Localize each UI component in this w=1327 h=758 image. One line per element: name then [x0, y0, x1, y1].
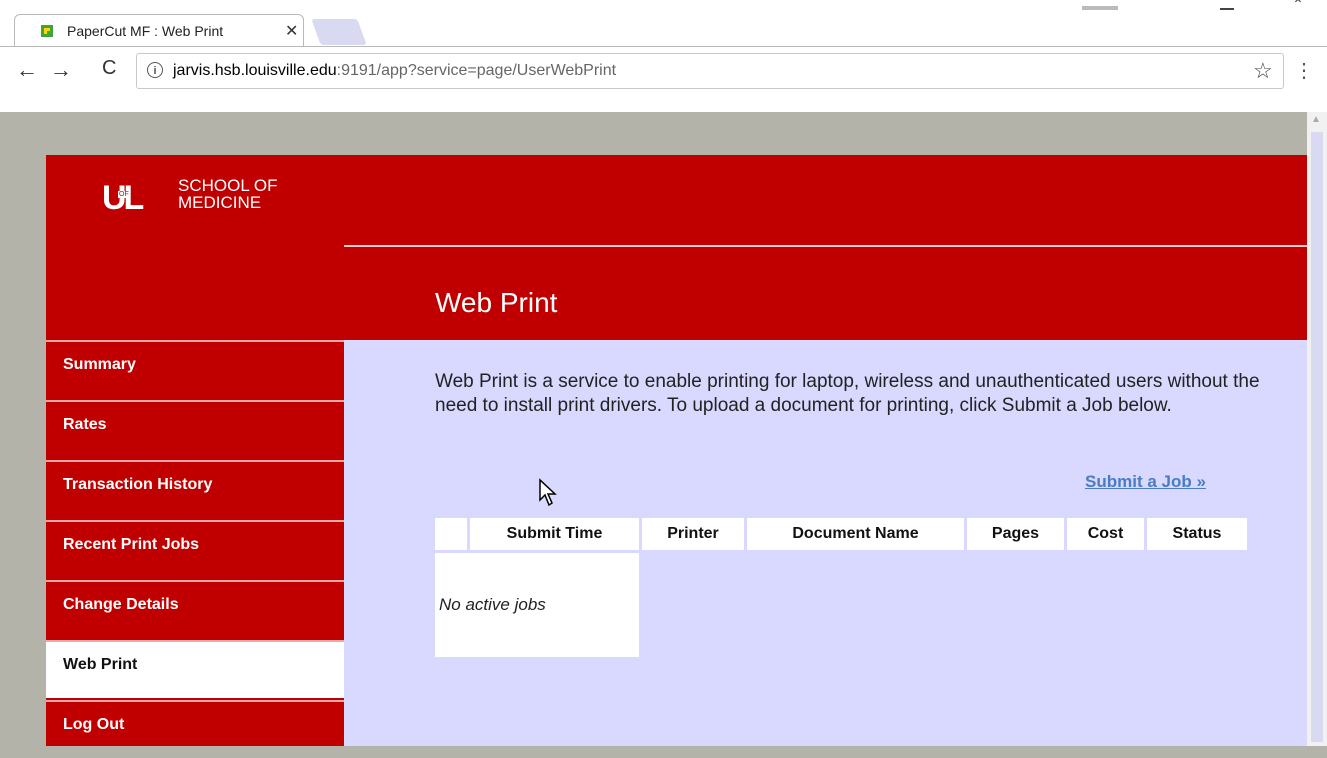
table-row: No active jobs — [435, 553, 1247, 657]
column-header — [435, 518, 467, 550]
table-header-row: Submit Time Printer Document Name Pages … — [435, 518, 1247, 550]
bookmark-star-icon[interactable]: ☆ — [1253, 58, 1273, 84]
column-header-pages[interactable]: Pages — [967, 518, 1064, 550]
reload-icon[interactable]: C — [102, 57, 116, 80]
info-icon[interactable]: i — [147, 62, 163, 78]
minimize-icon[interactable] — [1208, 0, 1248, 14]
sidebar-item-rates[interactable]: Rates — [46, 400, 344, 458]
forward-arrow-icon[interactable]: → — [50, 57, 72, 83]
column-header-cost[interactable]: Cost — [1067, 518, 1144, 550]
sidebar-item-web-print[interactable]: Web Print — [46, 640, 344, 698]
empty-jobs-message: No active jobs — [435, 553, 639, 657]
url-path: :9191/app?service=page/UserWebPrint — [336, 62, 617, 79]
tab-close-icon[interactable]: ✕ — [285, 21, 298, 41]
column-header-status[interactable]: Status — [1147, 518, 1247, 550]
papercut-favicon-icon — [41, 25, 53, 37]
logo-line-2: MEDICINE — [178, 193, 262, 212]
url-text: jarvis.hsb.louisville.edu:9191/app?servi… — [173, 62, 616, 80]
sidebar-item-label: Rates — [63, 416, 107, 433]
browser-tabstrip: PaperCut MF : Web Print ✕ ⌃ — [0, 0, 1327, 46]
page-header: Web Print — [46, 247, 1307, 340]
logo-text: SCHOOL OF MEDICINE — [178, 177, 338, 211]
sidebar-item-recent-print-jobs[interactable]: Recent Print Jobs — [46, 520, 344, 578]
sidebar-item-label: Recent Print Jobs — [63, 536, 200, 553]
sidebar-item-log-out[interactable]: Log Out — [46, 700, 344, 758]
submit-job-link[interactable]: Submit a Job » — [1085, 472, 1206, 492]
column-header-submit-time[interactable]: Submit Time — [470, 518, 639, 550]
jobs-table: Submit Time Printer Document Name Pages … — [432, 515, 1250, 660]
browser-menu-icon[interactable]: ⋮ — [1294, 61, 1314, 81]
logo-mark: UL — [102, 179, 144, 217]
page-scrollbar[interactable]: ▲ — [1307, 112, 1327, 746]
sidebar-item-change-details[interactable]: Change Details — [46, 580, 344, 638]
sidebar-item-label: Summary — [63, 356, 136, 373]
sidebar-item-label: Change Details — [63, 596, 179, 613]
new-tab-button[interactable] — [311, 19, 367, 45]
mouse-cursor-icon — [539, 478, 557, 507]
sidebar-item-label: Web Print — [63, 656, 138, 673]
url-host: jarvis.hsb.louisville.edu — [173, 62, 337, 79]
back-arrow-icon[interactable]: ← — [16, 57, 38, 83]
tab-title: PaperCut MF : Web Print — [67, 23, 224, 39]
scroll-up-icon[interactable]: ▲ — [1311, 114, 1321, 125]
sidebar-item-transaction-history[interactable]: Transaction History — [46, 460, 344, 518]
page-title: Web Print — [435, 287, 558, 318]
browser-toolbar: ← → C i jarvis.hsb.louisville.edu:9191/a… — [0, 46, 1327, 112]
logo-line-1: SCHOOL OF — [178, 176, 278, 195]
sidebar-nav: Summary Rates Transaction History Recent… — [46, 340, 344, 746]
sidebar-item-summary[interactable]: Summary — [46, 340, 344, 398]
window-title-area — [1082, 6, 1118, 10]
intro-text: Web Print is a service to enable printin… — [435, 371, 1260, 416]
papercut-site: UL OF SCHOOL OF MEDICINE Web Print Summa… — [46, 155, 1307, 746]
sidebar-item-label: Log Out — [63, 716, 125, 733]
address-bar[interactable]: i jarvis.hsb.louisville.edu:9191/app?ser… — [136, 53, 1284, 89]
main-content: Web Print is a service to enable printin… — [344, 340, 1307, 746]
column-header-document-name[interactable]: Document Name — [747, 518, 964, 550]
browser-tab[interactable]: PaperCut MF : Web Print ✕ — [14, 14, 304, 46]
scroll-thumb[interactable] — [1311, 132, 1323, 742]
logo-of: OF — [118, 191, 130, 198]
column-header-printer[interactable]: Printer — [642, 518, 744, 550]
window-close-icon[interactable]: ⌃ — [1278, 0, 1318, 14]
sidebar-item-label: Transaction History — [63, 476, 213, 493]
site-banner: UL OF SCHOOL OF MEDICINE — [46, 155, 1307, 247]
